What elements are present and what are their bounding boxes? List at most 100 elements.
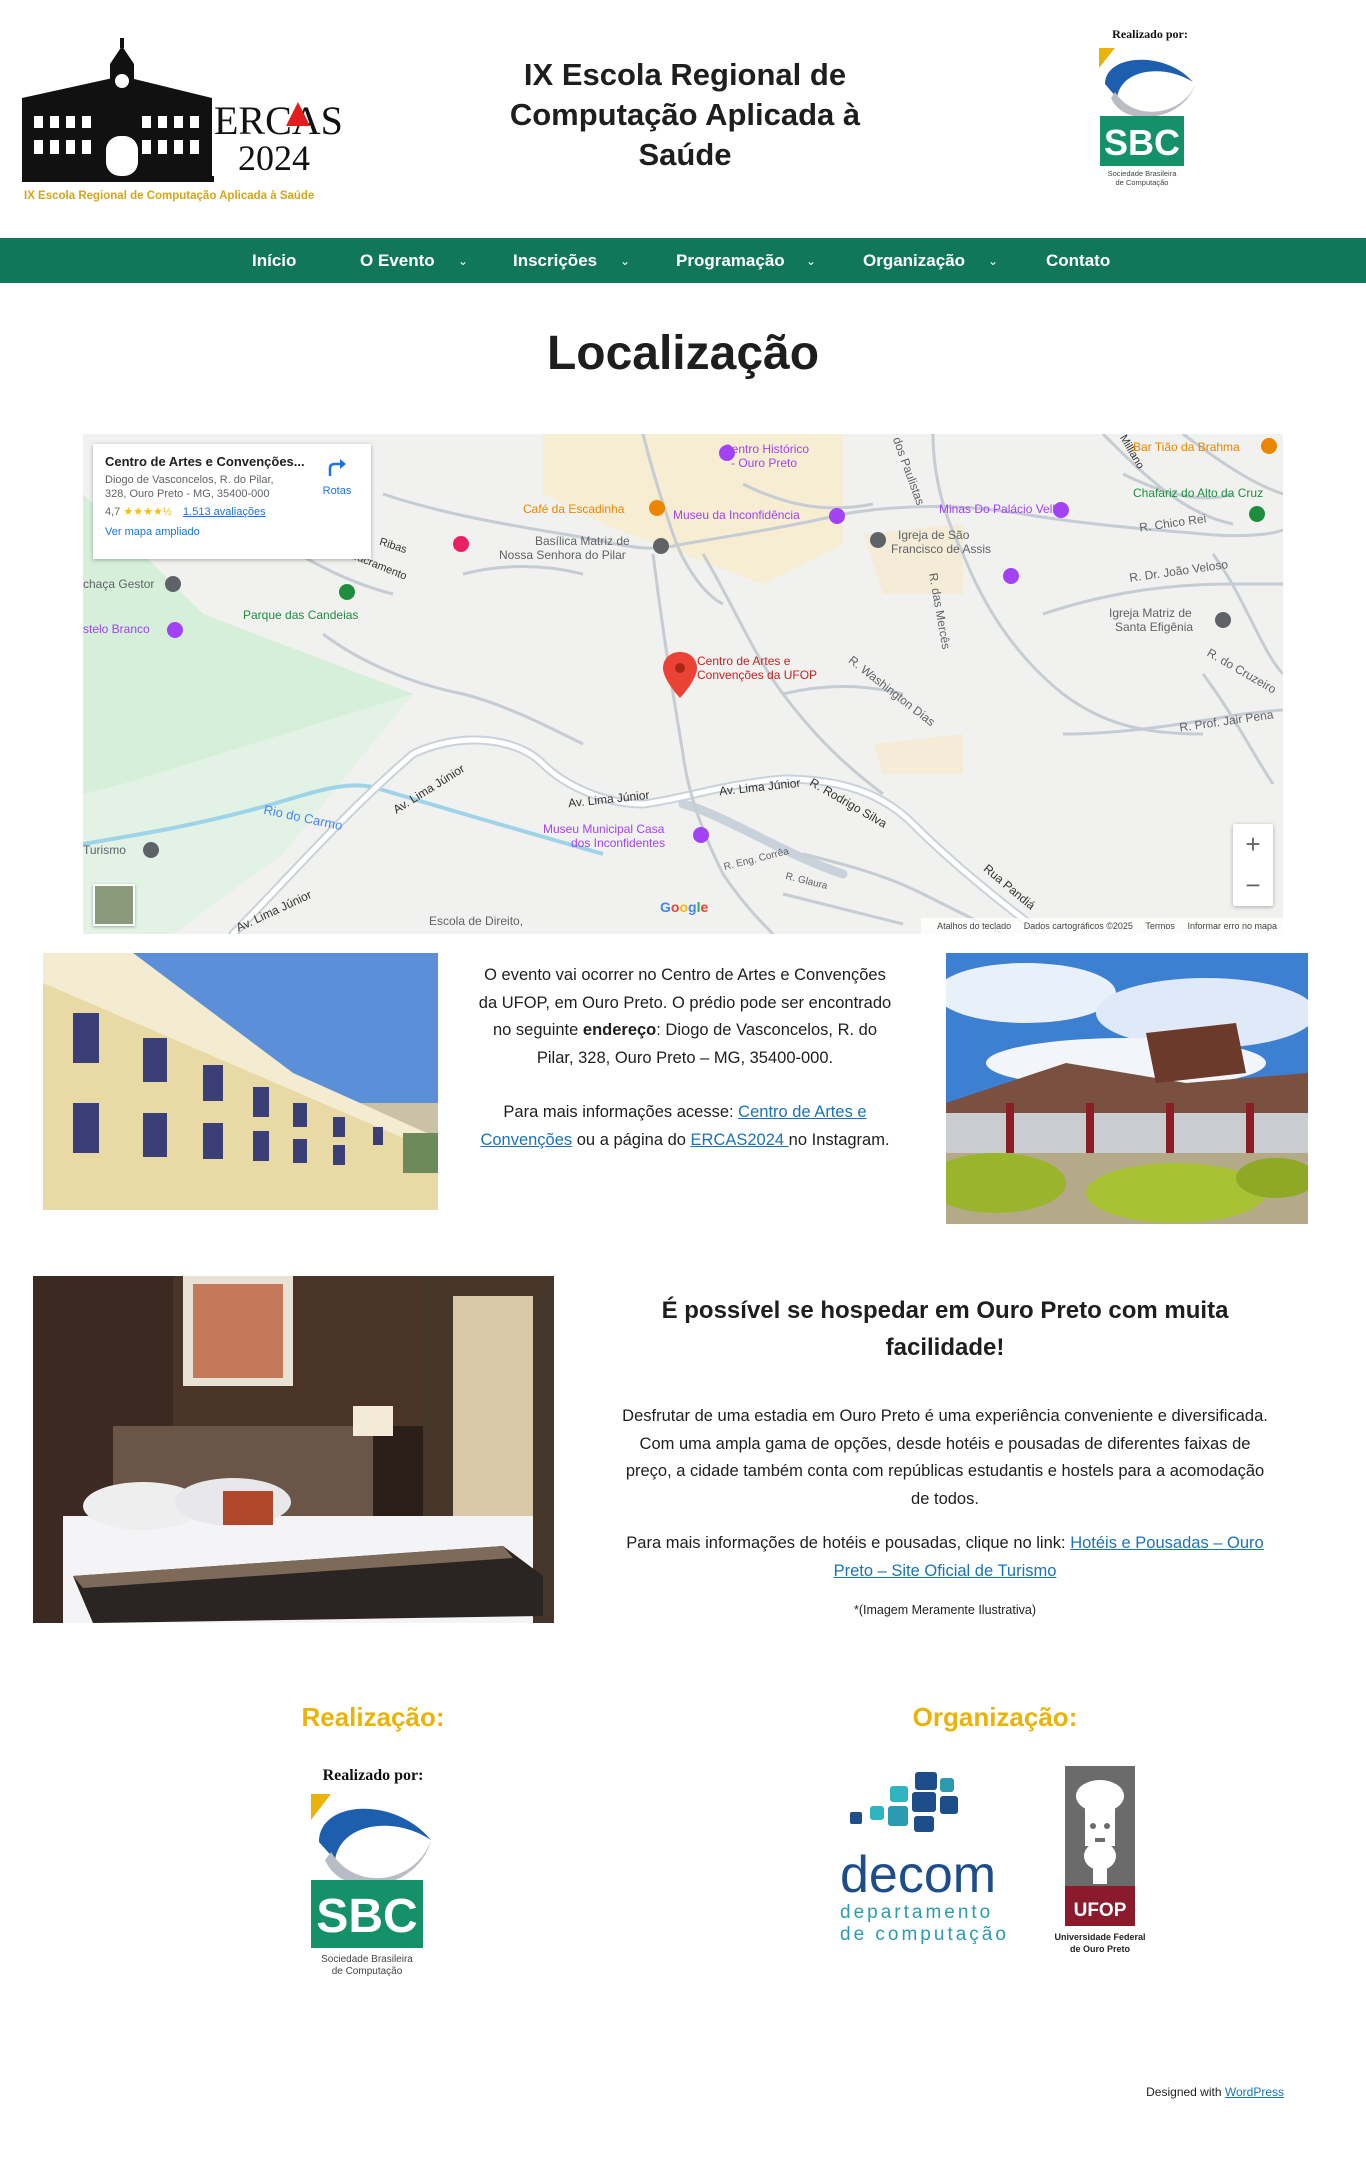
- star-icon: ★★★★½: [123, 506, 172, 518]
- ercas-year: 2024: [238, 138, 310, 178]
- zoom-out-button[interactable]: −: [1233, 865, 1273, 906]
- hotel-heading: É possível se hospedar em Ouro Preto com…: [661, 1297, 1229, 1361]
- place-rating: 4,7 ★★★★½ 1.513 avaliações: [105, 505, 359, 518]
- address-label: endereço: [582, 1021, 657, 1039]
- text-span: Para mais informações acesse:: [503, 1103, 739, 1121]
- satellite-toggle[interactable]: [93, 884, 135, 926]
- svg-text:de Computação: de Computação: [332, 1966, 403, 1977]
- map-label: Escola de Direito,: [429, 914, 524, 928]
- place-address: Diogo de Vasconcelos, R. do Pilar, 328, …: [105, 474, 274, 500]
- svg-text:SBC: SBC: [1104, 122, 1180, 163]
- keyboard-shortcuts-link[interactable]: Atalhos do teclado: [937, 921, 1011, 931]
- map-data-label: Dados cartográficos ©2025: [1023, 921, 1133, 931]
- hotel-description: Desfrutar de uma estadia em Ouro Preto é…: [622, 1407, 1268, 1508]
- nav-item-contato[interactable]: Contato: [1046, 238, 1110, 283]
- text-span: no Instagram.: [788, 1130, 890, 1149]
- map-label: Igreja Matriz de: [1109, 606, 1192, 620]
- svg-text:Realizado por:: Realizado por:: [323, 1767, 424, 1784]
- svg-text:departamento: departamento: [840, 1902, 993, 1923]
- map-label: Chafariz do Alto da Cruz: [1133, 486, 1264, 500]
- instagram-link[interactable]: ERCAS2024: [691, 1131, 789, 1149]
- svg-text:Sociedade Brasileira: Sociedade Brasileira: [321, 1954, 413, 1965]
- map-info-card: Centro de Artes e Convenções... Diogo de…: [93, 444, 371, 559]
- nav-item-programacao[interactable]: Programação: [676, 238, 785, 283]
- site-header: ERCAS 2024 IX Escola Regional de Computa…: [0, 0, 1366, 238]
- rating-value: 4,7: [105, 506, 121, 518]
- more-info-paragraph: Para mais informações acesse: Centro de …: [475, 1099, 895, 1154]
- location-paragraph: O evento vai ocorrer no Centro de Artes …: [475, 962, 895, 1072]
- directions-icon: [328, 459, 346, 476]
- sbc-logo[interactable]: Realizado por: SBC Sociedade Brasileira …: [1095, 24, 1205, 194]
- nav-item-inicio[interactable]: Início: [252, 238, 296, 283]
- map-label: Turismo: [83, 843, 126, 857]
- map-label: Minas Do Palácio Velho: [939, 502, 1066, 516]
- chevron-down-icon[interactable]: ⌄: [458, 238, 468, 283]
- organizacao-heading: Organização:: [912, 1702, 1078, 1732]
- site-title[interactable]: IX Escola Regional de Computação Aplicad…: [480, 55, 890, 175]
- nav-item-organizacao[interactable]: Organização: [863, 238, 965, 283]
- chevron-down-icon[interactable]: ⌄: [620, 238, 630, 283]
- directions-button[interactable]: Rotas: [317, 456, 357, 497]
- svg-text:de Computação: de Computação: [1116, 178, 1169, 187]
- directions-label: Rotas: [322, 485, 352, 497]
- larger-map-link[interactable]: Ver mapa ampliado: [105, 526, 359, 538]
- map-label: Parque das Candeias: [243, 608, 359, 622]
- map-label: Café da Escadinha: [523, 502, 625, 516]
- convention-center-photo-2: [946, 953, 1308, 1224]
- svg-text:Universidade Federal: Universidade Federal: [1055, 1932, 1146, 1942]
- svg-text:de Ouro Preto: de Ouro Preto: [1070, 1944, 1131, 1954]
- map-label: - Ouro Preto: [731, 456, 798, 470]
- nav-item-o-evento[interactable]: O Evento: [360, 238, 435, 283]
- realizacao-heading: Realização:: [301, 1702, 445, 1732]
- reviews-link[interactable]: 1.513 avaliações: [183, 506, 266, 518]
- location-pin-icon: [663, 652, 697, 698]
- map-label: Museu da Inconfidência: [673, 508, 800, 522]
- hotel-room-photo: [33, 1276, 554, 1623]
- map-label: Nossa Senhora do Pilar: [499, 548, 626, 562]
- ercas-logo[interactable]: ERCAS 2024 IX Escola Regional de Computa…: [22, 36, 342, 206]
- text-span: ou a página do: [572, 1130, 691, 1149]
- text-span: Para mais informações de hotéis e pousad…: [626, 1534, 1071, 1552]
- map-label: Centro Histórico: [723, 442, 810, 456]
- nav-item-inscricoes[interactable]: Inscrições: [513, 238, 597, 283]
- chevron-down-icon[interactable]: ⌄: [988, 238, 998, 283]
- hotel-more-info: Para mais informações de hotéis e pousad…: [615, 1530, 1275, 1585]
- svg-text:Realizado por:: Realizado por:: [1112, 27, 1188, 41]
- ercas-wordmark: ERCAS: [214, 98, 342, 143]
- sbc-logo[interactable]: Realizado por: SBC Sociedade Brasileira …: [309, 1762, 437, 1982]
- map-label: Igreja de São: [898, 528, 970, 542]
- chevron-down-icon[interactable]: ⌄: [806, 238, 816, 283]
- ercas-subtitle: IX Escola Regional de Computação Aplicad…: [24, 190, 314, 202]
- convention-center-photo: [43, 953, 438, 1210]
- ufop-logo[interactable]: UFOP Universidade Federal de Ouro Preto: [1055, 1766, 1150, 1961]
- svg-text:Sociedade Brasileira: Sociedade Brasileira: [1108, 169, 1178, 178]
- terms-link[interactable]: Termos: [1145, 921, 1175, 931]
- page-title: Localização: [546, 327, 820, 380]
- image-disclaimer: *(Imagem Meramente Ilustrativa): [853, 1603, 1036, 1617]
- google-logo: Google: [660, 899, 709, 915]
- zoom-in-button[interactable]: +: [1233, 824, 1273, 865]
- map-label: Bar Tião da Brahma: [1133, 440, 1240, 454]
- svg-text:decom: decom: [840, 1846, 996, 1904]
- place-title: Centro de Artes e Convenções...: [105, 454, 305, 469]
- text-span: Designed with: [1146, 2085, 1225, 2099]
- map-label: stelo Branco: [83, 622, 150, 636]
- map-label: Santa Efigênia: [1115, 620, 1194, 634]
- svg-text:SBC: SBC: [316, 1890, 417, 1943]
- main-nav: Início O Evento ⌄ Inscrições ⌄ Programaç…: [0, 238, 1366, 283]
- svg-text:UFOP: UFOP: [1074, 1900, 1127, 1921]
- map-label: dos Inconfidentes: [571, 836, 666, 850]
- map-label: chaça Gestor: [83, 577, 155, 591]
- pin-label[interactable]: Centro de Artes e Convenções da UFOP: [697, 654, 817, 682]
- map-label: Basílica Matriz de: [535, 534, 630, 548]
- location-description: O evento vai ocorrer no Centro de Artes …: [475, 962, 895, 1154]
- report-error-link[interactable]: Informar erro no mapa: [1187, 921, 1277, 931]
- zoom-control: + −: [1233, 824, 1273, 906]
- decom-logo[interactable]: decom departamento de computação: [840, 1772, 1035, 1952]
- svg-text:de computação: de computação: [840, 1924, 1009, 1945]
- map-label: Museu Municipal Casa: [543, 822, 665, 836]
- site-credits: Designed with WordPress: [1080, 2085, 1284, 2099]
- embedded-map[interactable]: Centro Histórico - Ouro Preto Bar Tião d…: [83, 434, 1283, 934]
- map-attribution: Atalhos do teclado Dados cartográficos ©…: [921, 918, 1283, 934]
- wordpress-link[interactable]: WordPress: [1225, 2085, 1284, 2099]
